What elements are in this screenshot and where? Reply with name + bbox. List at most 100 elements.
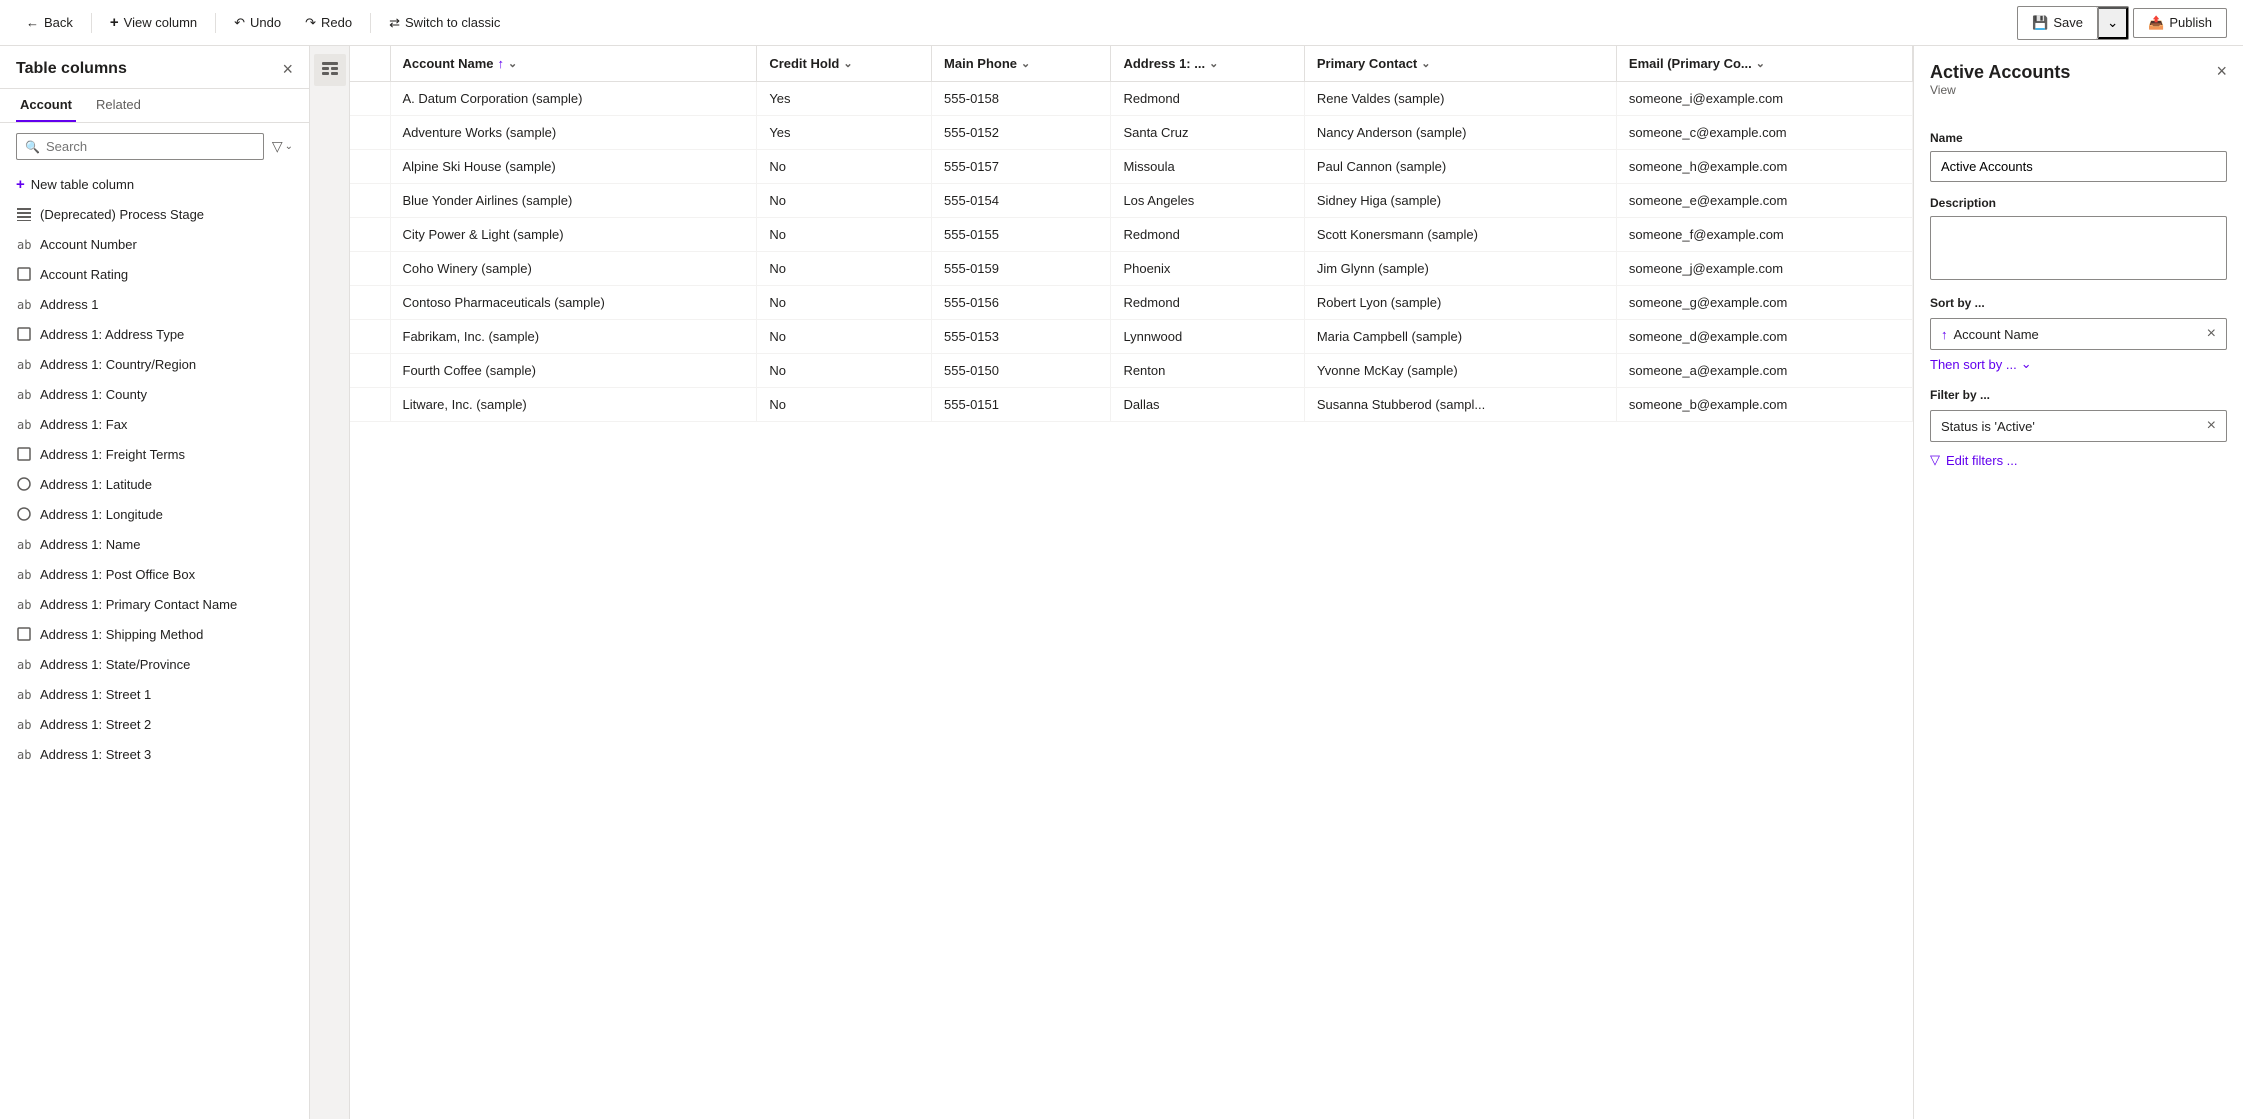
column-item-col-address-1-street1[interactable]: ab Address 1: Street 1 (0, 679, 309, 709)
column-item-col-address-1-street3[interactable]: ab Address 1: Street 3 (0, 739, 309, 769)
filter-button[interactable]: ▽ ⌄ (272, 138, 293, 155)
view-column-label: View column (124, 15, 197, 30)
table-row[interactable]: Litware, Inc. (sample) No 555-0151 Dalla… (350, 388, 1913, 422)
icon-sidebar-columns-button[interactable] (314, 54, 346, 86)
column-item-col-address-1-primary-contact[interactable]: ab Address 1: Primary Contact Name (0, 589, 309, 619)
right-panel-header: Active Accounts View × (1930, 62, 2227, 113)
search-input[interactable] (46, 139, 255, 154)
th-primary-contact[interactable]: Primary Contact⌄ (1304, 46, 1616, 82)
column-item-col-address-1-county[interactable]: ab Address 1: County (0, 379, 309, 409)
table-row[interactable]: Coho Winery (sample) No 555-0159 Phoenix… (350, 252, 1913, 286)
column-item-col-address-1-country[interactable]: ab Address 1: Country/Region (0, 349, 309, 379)
col-type-icon: ab (16, 656, 32, 672)
column-item-col-address-1-longitude[interactable]: Address 1: Longitude (0, 499, 309, 529)
panel-close-button[interactable]: × (282, 60, 293, 78)
cell-primary-contact: Sidney Higa (sample) (1304, 184, 1616, 218)
chevron-down-icon: ⌄ (2021, 356, 2032, 372)
save-label: Save (2053, 15, 2083, 30)
icon-sidebar (310, 46, 350, 1119)
cell-account-name: Fabrikam, Inc. (sample) (390, 320, 757, 354)
col-header-label: Main Phone (944, 56, 1017, 71)
th-main-phone[interactable]: Main Phone⌄ (932, 46, 1111, 82)
col-label: Address 1: Longitude (40, 507, 163, 522)
table-body: A. Datum Corporation (sample) Yes 555-01… (350, 82, 1913, 422)
column-item-col-deprecated-process[interactable]: (Deprecated) Process Stage (0, 199, 309, 229)
table-row[interactable]: Contoso Pharmaceuticals (sample) No 555-… (350, 286, 1913, 320)
column-item-col-address-1-pobox[interactable]: ab Address 1: Post Office Box (0, 559, 309, 589)
switch-classic-button[interactable]: ⇄ Switch to classic (379, 9, 510, 37)
column-item-col-address-1-freight[interactable]: Address 1: Freight Terms (0, 439, 309, 469)
new-column-label: New table column (31, 177, 134, 192)
column-item-col-address-1-fax[interactable]: ab Address 1: Fax (0, 409, 309, 439)
table-row[interactable]: Alpine Ski House (sample) No 555-0157 Mi… (350, 150, 1913, 184)
right-panel-title: Active Accounts (1930, 62, 2070, 83)
row-select-cell (350, 320, 390, 354)
column-item-col-address-1-state[interactable]: ab Address 1: State/Province (0, 649, 309, 679)
svg-text:ab: ab (17, 388, 31, 401)
then-sort-button[interactable]: Then sort by ... ⌄ (1930, 356, 2032, 372)
table-row[interactable]: City Power & Light (sample) No 555-0155 … (350, 218, 1913, 252)
sort-item-label: Account Name (1954, 327, 2039, 342)
sort-remove-button[interactable]: × (2207, 326, 2216, 342)
table-row[interactable]: A. Datum Corporation (sample) Yes 555-01… (350, 82, 1913, 116)
save-split-button[interactable]: ⌄ (2098, 7, 2128, 39)
cell-account-name: Alpine Ski House (sample) (390, 150, 757, 184)
table-row[interactable]: Adventure Works (sample) Yes 555-0152 Sa… (350, 116, 1913, 150)
column-item-col-address-1-type[interactable]: Address 1: Address Type (0, 319, 309, 349)
cell-email: someone_j@example.com (1616, 252, 1912, 286)
th-email[interactable]: Email (Primary Co...⌄ (1616, 46, 1912, 82)
svg-text:ab: ab (17, 688, 31, 701)
save-button[interactable]: 💾 Save (2018, 7, 2098, 39)
then-sort-label: Then sort by ... (1930, 357, 2017, 372)
name-field[interactable] (1930, 151, 2227, 182)
cell-address: Lynnwood (1111, 320, 1304, 354)
table-row[interactable]: Fabrikam, Inc. (sample) No 555-0153 Lynn… (350, 320, 1913, 354)
column-item-col-address-1-street2[interactable]: ab Address 1: Street 2 (0, 709, 309, 739)
search-input-wrap: 🔍 (16, 133, 264, 160)
right-panel-close-button[interactable]: × (2216, 62, 2227, 80)
column-item-col-address-1-shipping[interactable]: Address 1: Shipping Method (0, 619, 309, 649)
col-label: Address 1: Street 2 (40, 717, 151, 732)
column-item-col-address-1-latitude[interactable]: Address 1: Latitude (0, 469, 309, 499)
publish-button[interactable]: 📤 Publish (2133, 8, 2227, 38)
description-field-label: Description (1930, 196, 2227, 210)
table-row[interactable]: Blue Yonder Airlines (sample) No 555-015… (350, 184, 1913, 218)
cell-main-phone: 555-0151 (932, 388, 1111, 422)
toolbar: ← Back + View column ↶ Undo ↷ Redo ⇄ Swi… (0, 0, 2243, 46)
data-grid[interactable]: Account Name↑⌄Credit Hold⌄Main Phone⌄Add… (350, 46, 1913, 1119)
new-column-button[interactable]: + New table column (0, 170, 309, 199)
th-account-name[interactable]: Account Name↑⌄ (390, 46, 757, 82)
back-button[interactable]: ← Back (16, 9, 83, 36)
column-item-col-address-1-name[interactable]: ab Address 1: Name (0, 529, 309, 559)
filter-remove-button[interactable]: × (2207, 418, 2216, 434)
filter-chevron-icon: ⌄ (285, 141, 293, 152)
cell-primary-contact: Nancy Anderson (sample) (1304, 116, 1616, 150)
columns-list: (Deprecated) Process Stage ab Account Nu… (0, 199, 309, 1119)
tabs: Account Related (0, 89, 309, 123)
column-item-col-account-rating[interactable]: Account Rating (0, 259, 309, 289)
table-row[interactable]: Fourth Coffee (sample) No 555-0150 Rento… (350, 354, 1913, 388)
col-label: Account Number (40, 237, 137, 252)
tab-related[interactable]: Related (92, 89, 145, 122)
cell-main-phone: 555-0154 (932, 184, 1111, 218)
cell-email: someone_g@example.com (1616, 286, 1912, 320)
col-type-icon: ab (16, 296, 32, 312)
view-column-button[interactable]: + View column (100, 8, 207, 37)
cell-credit-hold: No (757, 150, 932, 184)
cell-email: someone_i@example.com (1616, 82, 1912, 116)
edit-filters-button[interactable]: ▽ Edit filters ... (1930, 448, 2018, 472)
cell-address: Renton (1111, 354, 1304, 388)
right-panel: Active Accounts View × Name Description … (1913, 46, 2243, 1119)
cell-main-phone: 555-0150 (932, 354, 1111, 388)
new-column-icon: + (16, 176, 25, 193)
col-type-icon (16, 326, 32, 342)
th-credit-hold[interactable]: Credit Hold⌄ (757, 46, 932, 82)
description-field[interactable] (1930, 216, 2227, 280)
column-item-col-account-number[interactable]: ab Account Number (0, 229, 309, 259)
tab-account[interactable]: Account (16, 89, 76, 122)
th-address-1[interactable]: Address 1: ...⌄ (1111, 46, 1304, 82)
undo-button[interactable]: ↶ Undo (224, 9, 291, 37)
redo-button[interactable]: ↷ Redo (295, 9, 362, 37)
panel-title: Table columns (16, 60, 127, 78)
column-item-col-address-1[interactable]: ab Address 1 (0, 289, 309, 319)
